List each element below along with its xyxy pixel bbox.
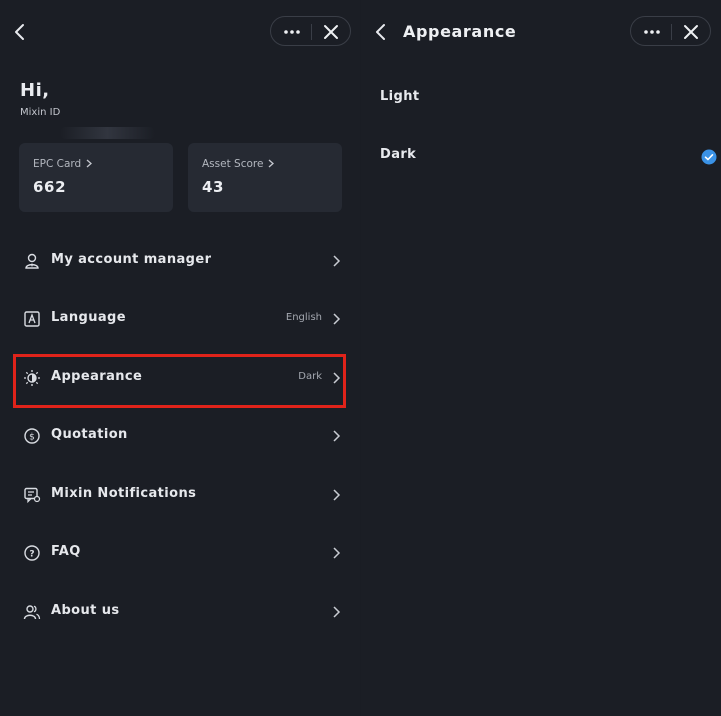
menu-item-label: My account manager [51, 252, 212, 267]
mini-app-capsule [270, 16, 351, 46]
menu-item-language[interactable]: Language English [14, 293, 346, 345]
close-icon[interactable] [321, 22, 341, 42]
question-icon: ? [24, 545, 40, 561]
asset-score-label-row: Asset Score [202, 158, 275, 170]
menu-item-label: Quotation [51, 427, 128, 442]
menu-item-about-us[interactable]: About us [14, 586, 346, 638]
menu-item-label: Mixin Notifications [51, 486, 197, 501]
more-icon[interactable] [281, 23, 303, 41]
chevron-right-icon [333, 255, 341, 267]
user-icon [25, 253, 39, 269]
menu-item-label: About us [51, 603, 120, 618]
chevron-right-icon [86, 159, 93, 168]
more-icon[interactable] [641, 23, 663, 41]
profile-panel: Hi, Mixin ID EPC Card 662 Asset Score 43… [0, 0, 360, 716]
epc-card-label: EPC Card [33, 158, 82, 170]
epc-card[interactable]: EPC Card 662 [19, 143, 173, 212]
language-icon [24, 311, 40, 327]
close-icon[interactable] [681, 22, 701, 42]
greeting-text: Hi, [20, 80, 50, 101]
back-arrow-icon[interactable] [10, 22, 30, 42]
dollar-icon: $ [24, 428, 40, 444]
option-label: Dark [380, 147, 417, 162]
chevron-right-icon [333, 430, 341, 442]
chevron-right-icon [333, 606, 341, 618]
menu-item-value: English [285, 312, 322, 323]
appearance-option-dark[interactable]: Dark [380, 135, 717, 179]
asset-score-value: 43 [202, 178, 225, 196]
svg-text:$: $ [29, 433, 35, 443]
chevron-right-icon [269, 159, 275, 168]
menu-item-account-manager[interactable]: My account manager [14, 235, 346, 287]
appearance-option-light[interactable]: Light [380, 77, 710, 121]
asset-score-card[interactable]: Asset Score 43 [188, 143, 342, 212]
people-icon [23, 605, 41, 620]
page-title: Appearance [403, 22, 517, 41]
epc-card-value: 662 [33, 178, 67, 196]
checkmark-icon [701, 149, 717, 165]
mini-app-capsule [630, 16, 711, 46]
mixin-id-label: Mixin ID [20, 107, 61, 118]
menu-item-quotation[interactable]: $ Quotation [14, 410, 346, 462]
menu-item-label: FAQ [51, 544, 81, 559]
chevron-right-icon [333, 547, 341, 559]
chevron-right-icon [333, 489, 341, 501]
redacted-area [60, 127, 155, 139]
svg-text:?: ? [29, 550, 34, 560]
menu-item-faq[interactable]: ? FAQ [14, 527, 346, 579]
capsule-divider [671, 24, 672, 40]
back-arrow-icon[interactable] [371, 22, 391, 42]
appearance-panel: Appearance Light Dark [361, 0, 721, 716]
option-label: Light [380, 89, 420, 104]
chevron-right-icon [333, 313, 341, 325]
menu-item-label: Language [51, 310, 126, 325]
epc-card-label-row: EPC Card [33, 158, 93, 170]
capsule-divider [311, 24, 312, 40]
asset-score-label: Asset Score [202, 158, 264, 170]
notification-icon [24, 487, 41, 504]
appearance-highlight-box [13, 354, 346, 408]
menu-item-mixin-notifications[interactable]: Mixin Notifications [14, 469, 346, 521]
